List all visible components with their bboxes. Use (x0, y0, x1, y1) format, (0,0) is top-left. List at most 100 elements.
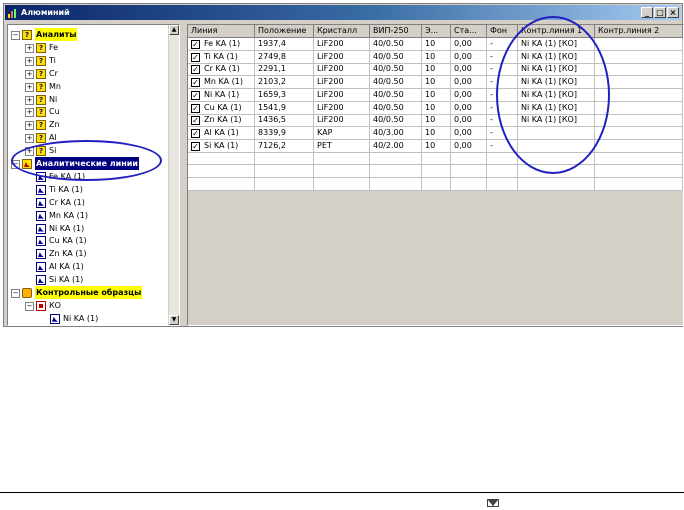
table-cell[interactable]: ✓ Ni KA (1) (188, 88, 255, 102)
tree-node-label: Zn KA (1) (49, 249, 87, 259)
tree-node[interactable]: +? Fe (8, 41, 168, 54)
tree-node-label: Zn (49, 120, 60, 130)
tree-node[interactable]: Cr KA (1) (8, 196, 168, 209)
table-cell: 0,00 (451, 101, 487, 115)
tree-node[interactable]: +? Cu (8, 105, 168, 118)
table-cell: 2749,8 (255, 50, 314, 64)
tree-node[interactable]: +? Ti (8, 54, 168, 67)
table-cell[interactable]: ✓ Cr KA (1) (188, 63, 255, 77)
title-bar[interactable]: Алюминий _ □ × (5, 5, 681, 20)
row-checkbox[interactable]: ✓ (191, 52, 200, 62)
tree-node[interactable]: Zn KA (1) (8, 247, 168, 260)
collapse-controls-icon[interactable]: − (11, 289, 20, 298)
row-checkbox[interactable]: ✓ (191, 103, 200, 113)
tree-node[interactable]: Ti KA (1) (8, 183, 168, 196)
analyte-icon: ? (36, 55, 46, 66)
control-samples-icon (22, 288, 32, 298)
expand-analyte-icon[interactable]: + (25, 82, 34, 92)
expand-analyte-icon[interactable]: + (25, 121, 34, 131)
row-checkbox[interactable]: ✓ (191, 116, 200, 126)
tree-node[interactable]: Ni KA (1) (8, 312, 168, 325)
table-cell: 40/0.50 (370, 63, 422, 77)
table-cell: 40/0.50 (370, 50, 422, 64)
tree-node[interactable]: Si KA (1) (8, 273, 168, 286)
table-cell[interactable]: ✓ Fe KA (1) (188, 38, 255, 51)
annotation-ellipse-lines (11, 140, 162, 181)
row-checkbox[interactable]: ✓ (191, 40, 200, 49)
table-cell: 0,00 (451, 114, 487, 128)
analytical-line-icon (36, 184, 46, 195)
mail-icon (487, 499, 499, 507)
collapse-control-sample-icon[interactable]: − (25, 301, 34, 311)
tree-node[interactable]: +? Zn (8, 118, 168, 131)
column-header[interactable]: Кристалл (314, 25, 370, 38)
table-cell[interactable]: ✓ Si KA (1) (188, 139, 255, 153)
analytical-line-icon (36, 275, 46, 286)
collapse-analytes-icon[interactable]: − (11, 31, 20, 40)
row-checkbox[interactable]: ✓ (191, 141, 200, 151)
table-cell: 0,00 (451, 88, 487, 102)
tree-node[interactable]: Ni KA (1) (8, 222, 168, 235)
minimize-button[interactable]: _ (641, 7, 653, 18)
tree-node-label: Аналиты (35, 28, 78, 41)
control-sample-icon (36, 300, 46, 311)
empty-cell (595, 152, 683, 166)
tree-node-label: Cu (49, 107, 60, 117)
empty-cell (518, 177, 595, 191)
table-cell[interactable]: ✓ Cu KA (1) (188, 101, 255, 115)
empty-cell (188, 152, 255, 166)
expand-analyte-icon[interactable]: + (25, 95, 34, 105)
analytical-line-icon (36, 223, 46, 234)
tree-node-label: Mn KA (1) (49, 210, 88, 220)
empty-cell (188, 177, 255, 191)
tree-node[interactable]: − Контрольные образцы (8, 286, 168, 299)
tree-node[interactable]: − КО (8, 299, 168, 312)
table-cell: 10 (422, 63, 451, 77)
column-header[interactable]: Э... (422, 25, 451, 38)
tree-node[interactable]: −? Аналиты (8, 28, 168, 41)
empty-cell (314, 165, 370, 178)
column-header[interactable]: Положение (255, 25, 314, 38)
tree-node[interactable]: Mn KA (1) (8, 209, 168, 222)
table-cell[interactable]: ✓ Ti KA (1) (188, 50, 255, 64)
scroll-up-arrow-icon[interactable]: ▲ (169, 25, 179, 35)
table-cell[interactable]: ✓ Zn KA (1) (188, 114, 255, 128)
maximize-button[interactable]: □ (654, 7, 666, 18)
column-header[interactable]: Ста... (451, 25, 487, 38)
column-header[interactable]: Линия (188, 25, 255, 38)
analytical-line-icon (36, 210, 46, 221)
row-checkbox[interactable]: ✓ (191, 128, 200, 138)
analytical-line-icon (36, 236, 46, 247)
tree-node[interactable]: +? Cr (8, 67, 168, 80)
table-cell[interactable]: ✓ Mn KA (1) (188, 76, 255, 90)
tree-node[interactable]: +? Ni (8, 93, 168, 106)
scroll-down-arrow-icon[interactable]: ▼ (169, 315, 179, 325)
empty-cell (487, 152, 518, 166)
table-cell: LiF200 (314, 63, 370, 77)
table-cell: LiF200 (314, 38, 370, 51)
table-cell: 10 (422, 50, 451, 64)
tree-scrollbar[interactable]: ▲ ▼ (168, 25, 179, 325)
expand-analyte-icon[interactable]: + (25, 43, 34, 53)
tree-node-label: КО (49, 300, 61, 310)
close-button[interactable]: × (667, 7, 679, 18)
expand-analyte-icon[interactable]: + (25, 69, 34, 79)
column-header[interactable]: ВИП-250 (370, 25, 422, 38)
line-name: Fe KA (1) (204, 39, 241, 48)
tree-node[interactable]: Al KA (1) (8, 260, 168, 273)
analyte-icon: ? (36, 133, 46, 144)
tree-node[interactable]: Cu KA (1) (8, 234, 168, 247)
table-cell[interactable]: ✓ Al KA (1) (188, 126, 255, 140)
row-checkbox[interactable]: ✓ (191, 90, 200, 100)
empty-cell (314, 152, 370, 166)
column-header[interactable]: Контр.линия 2 (595, 25, 683, 38)
expand-analyte-icon[interactable]: + (25, 134, 34, 144)
table-cell: 0,00 (451, 38, 487, 51)
table-cell (595, 126, 683, 140)
row-checkbox[interactable]: ✓ (191, 78, 200, 88)
expand-analyte-icon[interactable]: + (25, 56, 34, 66)
expand-analyte-icon[interactable]: + (25, 108, 34, 118)
analytical-line-icon (36, 249, 46, 260)
tree-node[interactable]: +? Mn (8, 80, 168, 93)
row-checkbox[interactable]: ✓ (191, 65, 200, 75)
